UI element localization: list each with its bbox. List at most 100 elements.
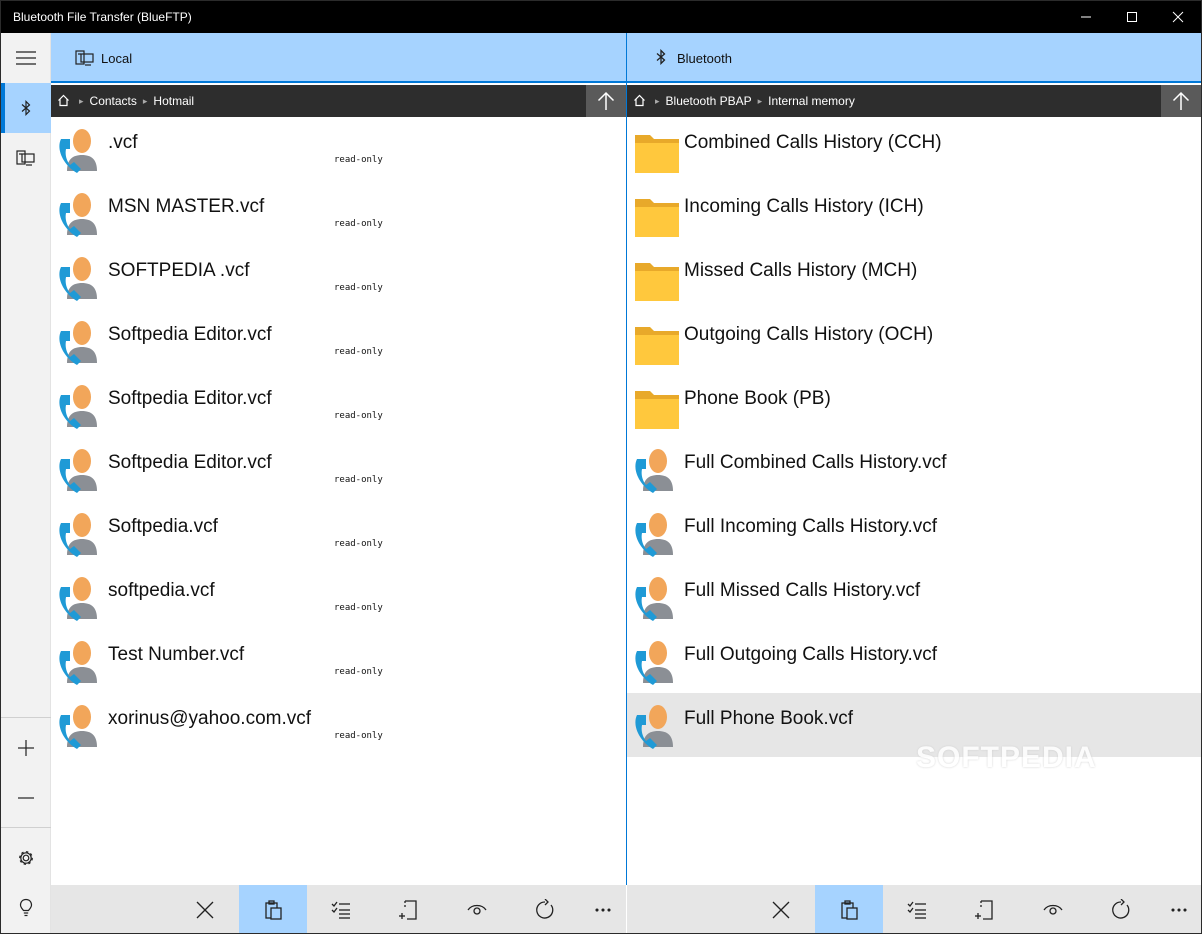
list-item[interactable]: Phone Book (PB) xyxy=(627,373,1201,437)
more-icon xyxy=(595,907,611,912)
item-name: SOFTPEDIA .vcf xyxy=(108,260,250,281)
item-name: Full Phone Book.vcf xyxy=(684,708,853,729)
bluetooth-nav-button[interactable] xyxy=(1,83,51,133)
paste-icon xyxy=(265,899,282,920)
read-only-label: read-only xyxy=(334,603,383,613)
view-button[interactable] xyxy=(1019,885,1087,933)
arrow-up-icon xyxy=(597,91,615,110)
chevron-right-icon: ▸ xyxy=(142,95,148,106)
contact-card-icon xyxy=(57,569,105,625)
refresh-icon xyxy=(536,898,554,919)
bluetooth-pane-header[interactable]: Bluetooth xyxy=(627,33,1201,83)
menu-icon xyxy=(16,51,36,65)
list-item[interactable]: Combined Calls History (CCH) xyxy=(627,117,1201,181)
read-only-label: read-only xyxy=(334,667,383,677)
bluetooth-pane: Bluetooth ▸ Bluetooth PBAP ▸ Internal me… xyxy=(627,33,1201,933)
list-item[interactable]: Full Combined Calls History.vcf xyxy=(627,437,1201,501)
maximize-button[interactable] xyxy=(1109,1,1155,33)
read-only-label: read-only xyxy=(334,155,383,165)
paste-button[interactable] xyxy=(239,885,307,933)
list-item[interactable]: Softpedia Editor.vcf read-only xyxy=(51,437,626,501)
contact-card-icon xyxy=(57,633,105,689)
sidebar-divider xyxy=(1,717,51,718)
breadcrumb-item[interactable]: Internal memory xyxy=(768,94,855,108)
up-folder-button[interactable] xyxy=(1161,85,1201,117)
list-item[interactable]: Softpedia.vcf read-only xyxy=(51,501,626,565)
list-item[interactable]: Full Phone Book.vcf xyxy=(627,693,1201,757)
folder-icon xyxy=(633,377,681,433)
item-name: Phone Book (PB) xyxy=(684,388,831,409)
close-icon xyxy=(1172,11,1184,23)
contact-card-icon xyxy=(633,569,681,625)
select-all-button[interactable] xyxy=(883,885,951,933)
add-button[interactable] xyxy=(1,723,51,773)
item-name: Test Number.vcf xyxy=(108,644,245,665)
local-command-bar xyxy=(51,885,627,933)
list-item[interactable]: Full Outgoing Calls History.vcf xyxy=(627,629,1201,693)
chevron-right-icon: ▸ xyxy=(655,95,660,106)
settings-button[interactable] xyxy=(1,833,51,883)
home-icon[interactable] xyxy=(57,94,70,110)
list-item[interactable]: MSN MASTER.vcf read-only xyxy=(51,181,626,245)
paste-button[interactable] xyxy=(815,885,883,933)
breadcrumb-item[interactable]: Hotmail xyxy=(153,94,194,108)
app-window: Bluetooth File Transfer (BlueFTP) Local … xyxy=(0,0,1202,934)
list-item[interactable]: Full Missed Calls History.vcf xyxy=(627,565,1201,629)
item-name: Combined Calls History (CCH) xyxy=(684,132,942,153)
tips-button[interactable] xyxy=(1,883,51,933)
minimize-button[interactable] xyxy=(1063,1,1109,33)
folder-icon xyxy=(633,185,681,241)
settings-icon xyxy=(19,851,33,865)
close-button[interactable] xyxy=(171,885,239,933)
refresh-button[interactable] xyxy=(1087,885,1155,933)
folder-icon xyxy=(633,249,681,305)
close-button[interactable] xyxy=(747,885,815,933)
remove-icon xyxy=(18,797,34,799)
close-icon xyxy=(772,901,790,918)
folder-icon xyxy=(633,121,681,177)
list-item[interactable]: Full Incoming Calls History.vcf xyxy=(627,501,1201,565)
new-file-button[interactable] xyxy=(951,885,1019,933)
home-icon[interactable] xyxy=(633,94,646,110)
item-name: Outgoing Calls History (OCH) xyxy=(684,324,934,345)
new-file-icon xyxy=(399,899,417,920)
local-nav-button[interactable] xyxy=(1,133,51,183)
new-file-button[interactable] xyxy=(375,885,443,933)
list-item[interactable]: Softpedia Editor.vcf read-only xyxy=(51,309,626,373)
list-item[interactable]: Missed Calls History (MCH) xyxy=(627,245,1201,309)
select-all-button[interactable] xyxy=(307,885,375,933)
breadcrumb-item[interactable]: Contacts xyxy=(90,94,137,108)
close-window-button[interactable] xyxy=(1155,1,1201,33)
list-item[interactable]: Incoming Calls History (ICH) xyxy=(627,181,1201,245)
list-item[interactable]: softpedia.vcf read-only xyxy=(51,565,626,629)
list-item[interactable]: xorinus@yahoo.com.vcf read-only xyxy=(51,693,626,757)
list-item[interactable]: Outgoing Calls History (OCH) xyxy=(627,309,1201,373)
more-button[interactable] xyxy=(579,885,627,933)
item-name: Softpedia Editor.vcf xyxy=(108,324,272,345)
local-pane: Local ▸ Contacts ▸ Hotmail .vcf read-only… xyxy=(51,33,626,933)
read-only-label: read-only xyxy=(334,475,383,485)
view-button[interactable] xyxy=(443,885,511,933)
add-icon xyxy=(18,740,34,756)
list-item[interactable]: SOFTPEDIA .vcf read-only xyxy=(51,245,626,309)
bluetooth-command-bar xyxy=(627,885,1201,933)
remove-button[interactable] xyxy=(1,773,51,823)
more-icon xyxy=(1171,907,1187,912)
local-pane-header[interactable]: Local xyxy=(51,33,626,83)
maximize-icon xyxy=(1127,12,1137,22)
refresh-button[interactable] xyxy=(511,885,579,933)
read-only-label: read-only xyxy=(334,219,383,229)
title-bar: Bluetooth File Transfer (BlueFTP) xyxy=(1,1,1201,33)
view-icon xyxy=(1043,904,1063,915)
list-item[interactable]: .vcf read-only xyxy=(51,117,626,181)
window-title: Bluetooth File Transfer (BlueFTP) xyxy=(13,10,192,24)
menu-button[interactable] xyxy=(1,33,51,83)
paste-icon xyxy=(841,899,858,920)
item-name: .vcf xyxy=(108,132,138,153)
watermark: SOFTPEDIA xyxy=(916,741,1097,774)
list-item[interactable]: Test Number.vcf read-only xyxy=(51,629,626,693)
list-item[interactable]: Softpedia Editor.vcf read-only xyxy=(51,373,626,437)
breadcrumb-item[interactable]: Bluetooth PBAP xyxy=(666,94,752,108)
up-folder-button[interactable] xyxy=(586,85,626,117)
more-button[interactable] xyxy=(1155,885,1201,933)
